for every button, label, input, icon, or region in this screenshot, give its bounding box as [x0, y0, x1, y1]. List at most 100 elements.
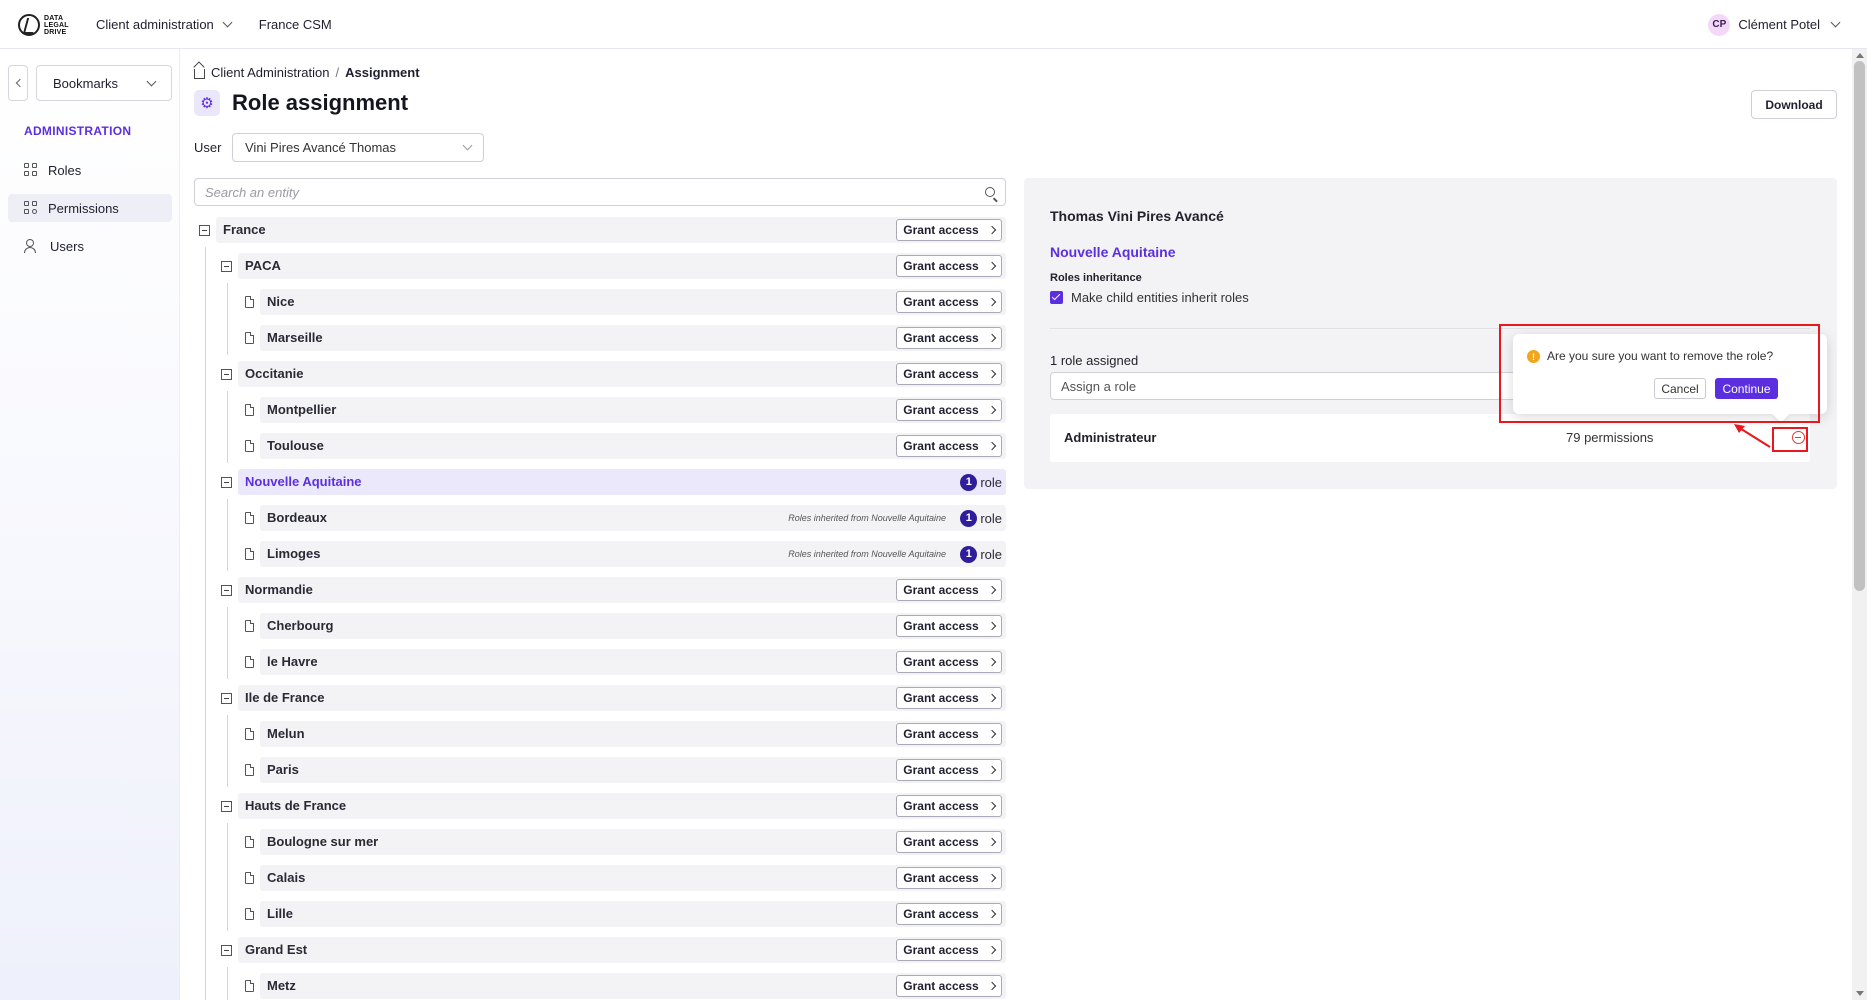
tree-row-label[interactable]: Normandie — [245, 575, 313, 605]
tree-row-label[interactable]: Grand Est — [245, 935, 307, 965]
menu-france-csm[interactable]: France CSM — [259, 17, 332, 32]
collapse-toggle-icon[interactable] — [221, 585, 232, 596]
tree-row-label[interactable]: Calais — [267, 863, 305, 893]
tree-row-background[interactable] — [238, 937, 1006, 963]
collapse-toggle-icon[interactable] — [199, 225, 210, 236]
chevron-right-icon — [987, 837, 996, 847]
grant-access-button[interactable]: Grant access — [896, 723, 1002, 745]
scroll-down-icon[interactable] — [1856, 991, 1864, 996]
grant-access-button[interactable]: Grant access — [896, 867, 1002, 889]
role-count[interactable]: 1 role — [960, 508, 1002, 528]
sidebar-item-roles[interactable]: Roles — [8, 156, 172, 184]
breadcrumb-root[interactable]: Client Administration — [211, 65, 330, 80]
cancel-button[interactable]: Cancel — [1654, 378, 1706, 399]
grant-access-button[interactable]: Grant access — [896, 903, 1002, 925]
tree-row-label[interactable]: Marseille — [267, 323, 323, 353]
search-input[interactable] — [205, 184, 985, 200]
tree-row-label[interactable]: Bordeaux — [267, 503, 327, 533]
grant-access-button[interactable]: Grant access — [896, 579, 1002, 601]
grant-access-button[interactable]: Grant access — [896, 615, 1002, 637]
tree-row-background[interactable] — [238, 577, 1006, 603]
tree-row-label[interactable]: Boulogne sur mer — [267, 827, 378, 857]
grant-access-button[interactable]: Grant access — [896, 399, 1002, 421]
tree-row-label[interactable]: Hauts de France — [245, 791, 346, 821]
tree-row-label[interactable]: Nice — [267, 287, 294, 317]
role-count[interactable]: 1 role — [960, 472, 1002, 492]
logo[interactable]: DATA LEGAL DRIVE — [18, 10, 74, 40]
tree-row-background[interactable] — [238, 253, 1006, 279]
grant-access-button[interactable]: Grant access — [896, 435, 1002, 457]
grant-access-button[interactable]: Grant access — [896, 291, 1002, 313]
tree-row-label[interactable]: le Havre — [267, 647, 318, 677]
tree-row-background[interactable] — [260, 865, 1006, 891]
tree-row-label[interactable]: France — [223, 215, 266, 245]
tree-row-label[interactable]: Toulouse — [267, 431, 324, 461]
continue-button[interactable]: Continue — [1715, 378, 1778, 399]
tree-row-label[interactable]: Occitanie — [245, 359, 304, 389]
tree-row-label[interactable]: PACA — [245, 251, 281, 281]
tree-row-label[interactable]: Montpellier — [267, 395, 336, 425]
collapse-toggle-icon[interactable] — [221, 369, 232, 380]
page-scrollbar[interactable] — [1852, 49, 1867, 1000]
tree-row-background[interactable] — [260, 901, 1006, 927]
role-permissions[interactable]: 79 permissions — [1566, 430, 1653, 445]
tree-row-label[interactable]: Metz — [267, 971, 296, 1000]
grant-access-button[interactable]: Grant access — [896, 939, 1002, 961]
grant-access-button[interactable]: Grant access — [896, 831, 1002, 853]
sidebar-collapse-button[interactable] — [8, 65, 28, 101]
grant-access-button[interactable]: Grant access — [896, 363, 1002, 385]
tree-row-label[interactable]: Nouvelle Aquitaine — [245, 467, 362, 497]
tree-row-label[interactable]: Limoges — [267, 539, 320, 569]
tree-row-background[interactable] — [260, 325, 1006, 351]
bookmarks-dropdown[interactable]: Bookmarks — [36, 65, 172, 101]
file-icon — [245, 440, 254, 452]
grant-access-button[interactable]: Grant access — [896, 687, 1002, 709]
menu-client-administration[interactable]: Client administration — [96, 17, 233, 32]
checkbox-checked-icon[interactable] — [1050, 291, 1063, 304]
tree-row-background[interactable] — [260, 433, 1006, 459]
user-select[interactable]: Vini Pires Avancé Thomas — [232, 133, 484, 162]
tree-row-background[interactable] — [238, 793, 1006, 819]
tree-row-background[interactable] — [260, 289, 1006, 315]
scroll-up-icon[interactable] — [1856, 53, 1864, 58]
grant-access-button[interactable]: Grant access — [896, 975, 1002, 997]
collapse-toggle-icon[interactable] — [221, 261, 232, 272]
grant-access-button[interactable]: Grant access — [896, 651, 1002, 673]
grant-access-button[interactable]: Grant access — [896, 255, 1002, 277]
tree-row-background[interactable] — [260, 397, 1006, 423]
sidebar-item-permissions[interactable]: Permissions — [8, 194, 172, 222]
collapse-toggle-icon[interactable] — [221, 477, 232, 488]
tree-row-label[interactable]: Melun — [267, 719, 305, 749]
tree-row-label[interactable]: Cherbourg — [267, 611, 333, 641]
tree-row-background[interactable] — [216, 217, 1006, 243]
scroll-thumb[interactable] — [1854, 61, 1865, 591]
tree-guide-line — [227, 967, 228, 1000]
inherit-roles-checkbox[interactable]: Make child entities inherit roles — [1050, 290, 1249, 305]
tree-guide-line — [227, 607, 228, 679]
search-icon[interactable] — [985, 187, 995, 197]
tree-row-background[interactable] — [260, 649, 1006, 675]
grant-access-button[interactable]: Grant access — [896, 759, 1002, 781]
tree-row-background[interactable] — [260, 613, 1006, 639]
collapse-toggle-icon[interactable] — [221, 945, 232, 956]
tree-row-background[interactable] — [260, 973, 1006, 999]
tree-row-background[interactable] — [238, 361, 1006, 387]
tree-row-label[interactable]: Ile de France — [245, 683, 324, 713]
grant-access-button[interactable]: Grant access — [896, 795, 1002, 817]
download-button[interactable]: Download — [1751, 90, 1837, 119]
tree-row-label[interactable]: Paris — [267, 755, 299, 785]
tree-row-label[interactable]: Lille — [267, 899, 293, 929]
chevron-down-icon — [222, 17, 233, 28]
tree-row-background[interactable] — [260, 721, 1006, 747]
user-menu[interactable]: CP Clément Potel — [1708, 0, 1841, 49]
grant-access-button[interactable]: Grant access — [896, 219, 1002, 241]
file-icon — [245, 332, 254, 344]
tree-row-background[interactable] — [238, 685, 1006, 711]
remove-role-icon[interactable] — [1792, 431, 1805, 444]
collapse-toggle-icon[interactable] — [221, 801, 232, 812]
collapse-toggle-icon[interactable] — [221, 693, 232, 704]
grant-access-button[interactable]: Grant access — [896, 327, 1002, 349]
tree-row-background[interactable] — [260, 757, 1006, 783]
sidebar-item-users[interactable]: Users — [8, 232, 172, 260]
role-count[interactable]: 1 role — [960, 544, 1002, 564]
